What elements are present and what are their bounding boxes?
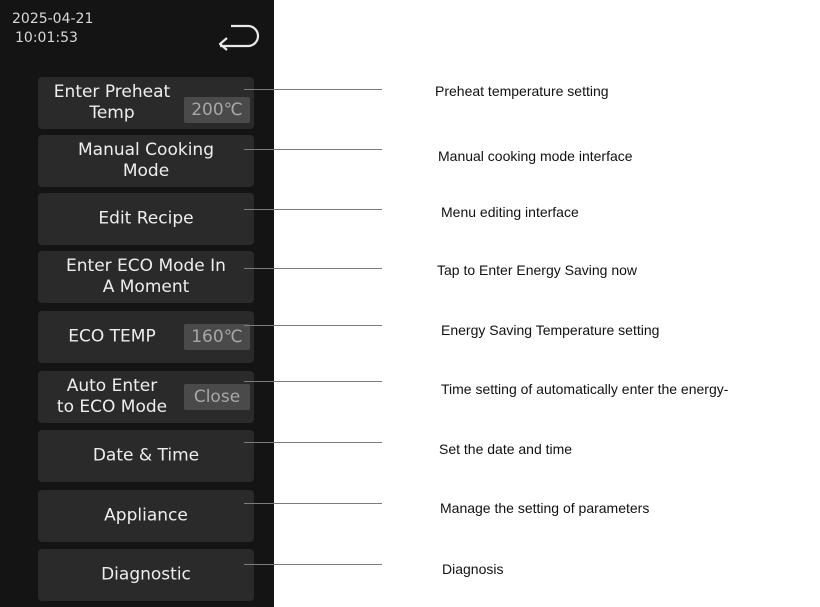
annotation-text: Manage the setting of parameters bbox=[440, 500, 650, 516]
auto-eco-label: Auto Enter to ECO Mode bbox=[56, 376, 168, 417]
control-panel: 2025-04-21 10:01:53 Enter Preheat Temp 2… bbox=[0, 0, 274, 607]
eco-temp-button[interactable]: ECO TEMP 160℃ bbox=[38, 311, 254, 363]
connector-line bbox=[244, 268, 382, 269]
connector-line bbox=[244, 149, 382, 150]
date-text: 2025-04-21 bbox=[12, 11, 94, 27]
connector-line bbox=[244, 503, 382, 504]
connector-line bbox=[244, 442, 382, 443]
eco-mode-now-button[interactable]: Enter ECO Mode In A Moment bbox=[38, 251, 254, 303]
connector-line bbox=[244, 209, 382, 210]
annotation-text: Diagnosis bbox=[442, 561, 504, 577]
eco-temp-label: ECO TEMP bbox=[68, 326, 156, 347]
return-arrow-icon[interactable] bbox=[214, 20, 264, 52]
preheat-temp-button[interactable]: Enter Preheat Temp 200℃ bbox=[38, 77, 254, 129]
diagnostic-label: Diagnostic bbox=[101, 564, 191, 585]
manual-cooking-label: Manual Cooking Mode bbox=[78, 140, 214, 181]
auto-eco-value[interactable]: Close bbox=[184, 384, 250, 410]
preheat-temp-value[interactable]: 200℃ bbox=[184, 96, 250, 123]
connector-line bbox=[244, 89, 382, 90]
annotation-text: Tap to Enter Energy Saving now bbox=[437, 262, 638, 278]
annotation-text: Menu editing interface bbox=[441, 204, 579, 220]
diagnostic-button[interactable]: Diagnostic bbox=[38, 549, 254, 601]
appliance-label: Appliance bbox=[104, 505, 188, 526]
date-time-label: Date & Time bbox=[92, 445, 200, 466]
time-text: 10:01:53 bbox=[15, 30, 78, 46]
datetime-display: 2025-04-21 10:01:53 bbox=[12, 10, 93, 48]
connector-line bbox=[244, 325, 382, 326]
connector-line bbox=[244, 381, 382, 382]
auto-eco-button[interactable]: Auto Enter to ECO Mode Close bbox=[38, 371, 254, 423]
appliance-button[interactable]: Appliance bbox=[38, 490, 254, 542]
annotation-text: Set the date and time bbox=[439, 441, 573, 457]
annotation-text: Energy Saving Temperature setting bbox=[441, 322, 660, 338]
edit-recipe-button[interactable]: Edit Recipe bbox=[38, 193, 254, 245]
annotation-text: Manual cooking mode interface bbox=[438, 148, 633, 164]
edit-recipe-label: Edit Recipe bbox=[98, 208, 194, 229]
eco-mode-now-label: Enter ECO Mode In A Moment bbox=[66, 256, 226, 297]
date-time-button[interactable]: Date & Time bbox=[38, 430, 254, 482]
annotation-text: Time setting of automatically enter the … bbox=[441, 381, 729, 397]
annotation-text: Preheat temperature setting bbox=[435, 83, 609, 99]
eco-temp-value[interactable]: 160℃ bbox=[184, 324, 250, 350]
manual-cooking-button[interactable]: Manual Cooking Mode bbox=[38, 135, 254, 187]
preheat-temp-label: Enter Preheat Temp bbox=[53, 82, 171, 123]
connector-line bbox=[244, 564, 382, 565]
